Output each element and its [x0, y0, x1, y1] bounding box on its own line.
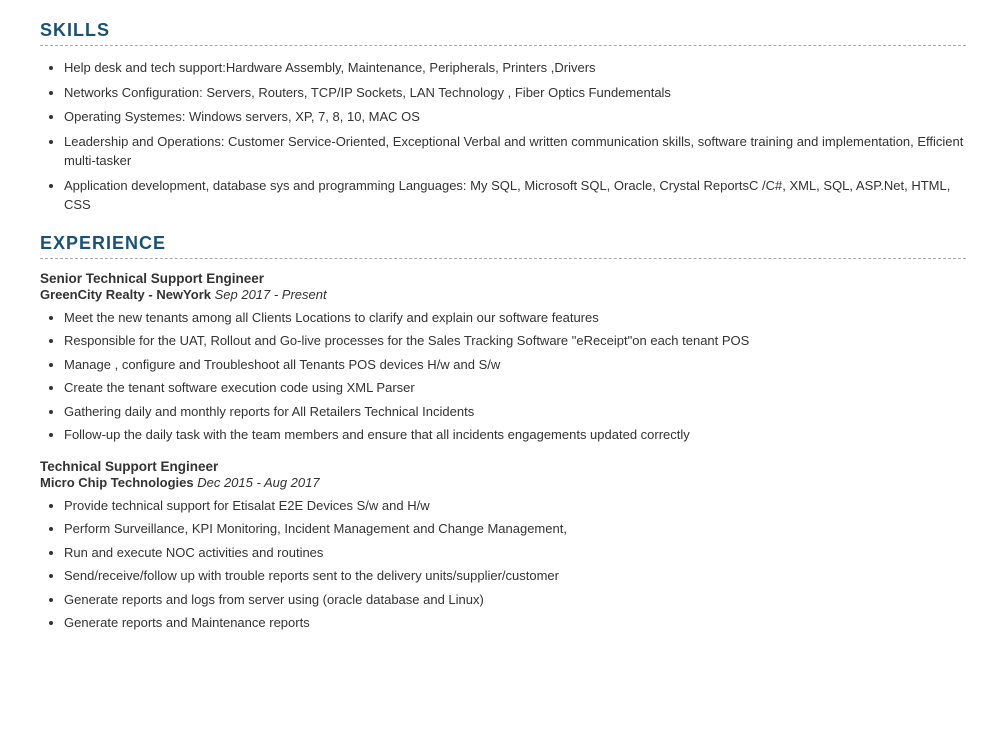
job-bullet-item: Generate reports and logs from server us… — [64, 590, 966, 610]
job-title-0: Senior Technical Support Engineer — [40, 271, 966, 286]
job-title-1: Technical Support Engineer — [40, 459, 966, 474]
skill-item: Networks Configuration: Servers, Routers… — [64, 83, 966, 103]
job-bullet-item: Meet the new tenants among all Clients L… — [64, 308, 966, 328]
job-bullet-item: Follow-up the daily task with the team m… — [64, 425, 966, 445]
experience-section: EXPERIENCE Senior Technical Support Engi… — [40, 233, 966, 633]
job-date-0: Sep 2017 - Present — [211, 287, 327, 302]
skills-heading: SKILLS — [40, 20, 966, 41]
skill-item: Operating Systemes: Windows servers, XP,… — [64, 107, 966, 127]
job-company-0: GreenCity Realty - NewYork — [40, 287, 211, 302]
skill-item: Help desk and tech support:Hardware Asse… — [64, 58, 966, 78]
job-bullet-item: Manage , configure and Troubleshoot all … — [64, 355, 966, 375]
job-bullet-item: Generate reports and Maintenance reports — [64, 613, 966, 633]
job-bullet-item: Gathering daily and monthly reports for … — [64, 402, 966, 422]
job-entry-0: Senior Technical Support EngineerGreenCi… — [40, 271, 966, 445]
jobs-container: Senior Technical Support EngineerGreenCi… — [40, 271, 966, 633]
skill-item: Leadership and Operations: Customer Serv… — [64, 132, 966, 171]
job-company-line-1: Micro Chip Technologies Dec 2015 - Aug 2… — [40, 475, 966, 490]
skills-divider — [40, 45, 966, 46]
job-bullets-1: Provide technical support for Etisalat E… — [40, 496, 966, 633]
job-date-1: Dec 2015 - Aug 2017 — [194, 475, 320, 490]
job-entry-1: Technical Support EngineerMicro Chip Tec… — [40, 459, 966, 633]
job-bullet-item: Perform Surveillance, KPI Monitoring, In… — [64, 519, 966, 539]
experience-divider — [40, 258, 966, 259]
job-company-line-0: GreenCity Realty - NewYork Sep 2017 - Pr… — [40, 287, 966, 302]
job-bullets-0: Meet the new tenants among all Clients L… — [40, 308, 966, 445]
skills-section: SKILLS Help desk and tech support:Hardwa… — [40, 20, 966, 215]
job-bullet-item: Run and execute NOC activities and routi… — [64, 543, 966, 563]
skills-list: Help desk and tech support:Hardware Asse… — [40, 58, 966, 215]
job-bullet-item: Provide technical support for Etisalat E… — [64, 496, 966, 516]
job-company-1: Micro Chip Technologies — [40, 475, 194, 490]
job-bullet-item: Create the tenant software execution cod… — [64, 378, 966, 398]
job-bullet-item: Send/receive/follow up with trouble repo… — [64, 566, 966, 586]
experience-heading: EXPERIENCE — [40, 233, 966, 254]
skill-item: Application development, database sys an… — [64, 176, 966, 215]
job-bullet-item: Responsible for the UAT, Rollout and Go-… — [64, 331, 966, 351]
